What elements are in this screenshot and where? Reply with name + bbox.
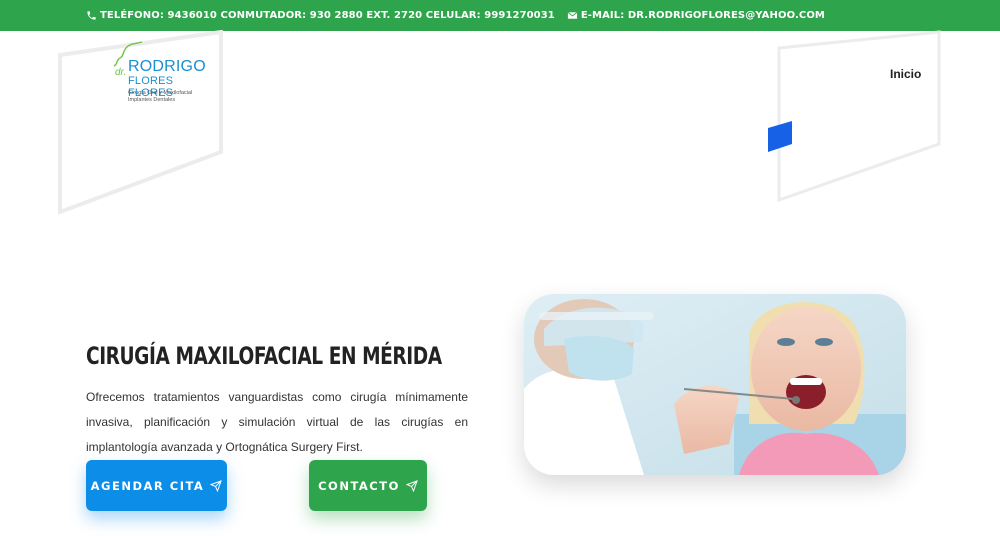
- hero-description: Ofrecemos tratamientos vanguardistas com…: [86, 390, 468, 454]
- phone-icon: [87, 11, 96, 20]
- page: TELÉFONO: 9436010 CONMUTADOR: 930 2880 E…: [0, 0, 1000, 536]
- phone-text: TELÉFONO: 9436010 CONMUTADOR: 930 2880 E…: [100, 10, 555, 21]
- agendar-cita-label: AGENDAR CITA: [90, 478, 205, 493]
- logo-subtitle-line2: Implantes Dentales: [128, 97, 176, 103]
- site-logo[interactable]: dr. RODRIGO FLORES FLORES Cirugía Oral y…: [106, 40, 216, 110]
- phone-info[interactable]: TELÉFONO: 9436010 CONMUTADOR: 930 2880 E…: [86, 10, 555, 21]
- dental-scene-illustration: [524, 294, 906, 475]
- hero-dental-photo: [524, 294, 906, 475]
- decorative-frame-right: [777, 30, 941, 203]
- nav-inicio-link[interactable]: Inicio: [890, 67, 921, 81]
- logo-dr: dr.: [115, 67, 127, 78]
- contacto-label: CONTACTO: [318, 478, 400, 493]
- envelope-icon: [567, 11, 578, 19]
- hero-title: CIRUGÍA MAXILOFACIAL EN MÉRIDA: [86, 342, 442, 370]
- email-info[interactable]: E-MAIL: DR.RODRIGOFLORES@YAHOO.COM: [567, 10, 825, 21]
- contacto-button[interactable]: CONTACTO: [309, 460, 427, 511]
- paper-plane-icon: [210, 479, 223, 492]
- top-contact-bar: TELÉFONO: 9436010 CONMUTADOR: 930 2880 E…: [0, 0, 1000, 31]
- logo-subtitle-line1: Cirugía Oral y Maxilofacial: [128, 90, 193, 96]
- paper-plane-icon: [405, 479, 418, 492]
- logo-name-line1: RODRIGO: [128, 58, 206, 75]
- blue-accent-shape: [768, 121, 792, 152]
- email-text: E-MAIL: DR.RODRIGOFLORES@YAHOO.COM: [580, 10, 825, 21]
- agendar-cita-button[interactable]: AGENDAR CITA: [86, 460, 227, 511]
